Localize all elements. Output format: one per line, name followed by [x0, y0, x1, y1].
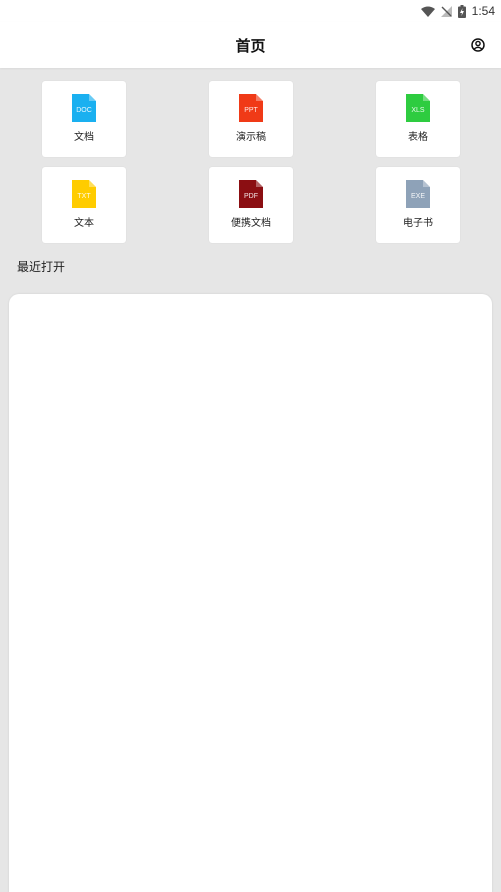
recent-files-list[interactable] [9, 294, 492, 892]
account-button[interactable] [469, 36, 487, 54]
file-ext-label: TXT [77, 193, 91, 200]
file-type-xls[interactable]: XLS 表格 [376, 81, 460, 157]
file-ext-label: EXE [410, 193, 425, 200]
tile-label: 表格 [408, 132, 428, 143]
pdf-file-icon: PDF [239, 180, 263, 208]
tile-label: 电子书 [403, 218, 433, 229]
account-circle-icon [471, 38, 485, 52]
page-title: 首页 [235, 36, 266, 55]
file-type-pdf[interactable]: PDF 便携文档 [209, 167, 293, 243]
ppt-file-icon: PPT [239, 94, 263, 122]
file-type-ebook[interactable]: EXE 电子书 [376, 167, 460, 243]
tile-label: 演示稿 [236, 132, 266, 143]
status-time: 1:54 [471, 4, 495, 18]
tile-label: 文档 [74, 132, 94, 143]
file-ext-label: PPT [244, 107, 258, 114]
no-signal-icon [440, 5, 452, 17]
app-bar: 首页 [0, 22, 501, 68]
file-type-doc[interactable]: DOC 文档 [42, 81, 126, 157]
file-ext-label: DOC [76, 107, 92, 114]
recent-section-title: 最近打开 [17, 260, 66, 274]
battery-charging-icon [457, 4, 466, 18]
file-ext-label: PDF [244, 193, 258, 200]
tile-label: 文本 [74, 218, 94, 229]
txt-file-icon: TXT [72, 180, 96, 208]
wifi-icon [420, 6, 435, 17]
tile-label: 便携文档 [231, 218, 271, 229]
doc-file-icon: DOC [72, 94, 96, 122]
xls-file-icon: XLS [406, 94, 430, 122]
status-bar: 1:54 [0, 0, 501, 22]
file-type-ppt[interactable]: PPT 演示稿 [209, 81, 293, 157]
file-type-txt[interactable]: TXT 文本 [42, 167, 126, 243]
ebook-file-icon: EXE [406, 180, 430, 208]
file-ext-label: XLS [411, 107, 425, 114]
